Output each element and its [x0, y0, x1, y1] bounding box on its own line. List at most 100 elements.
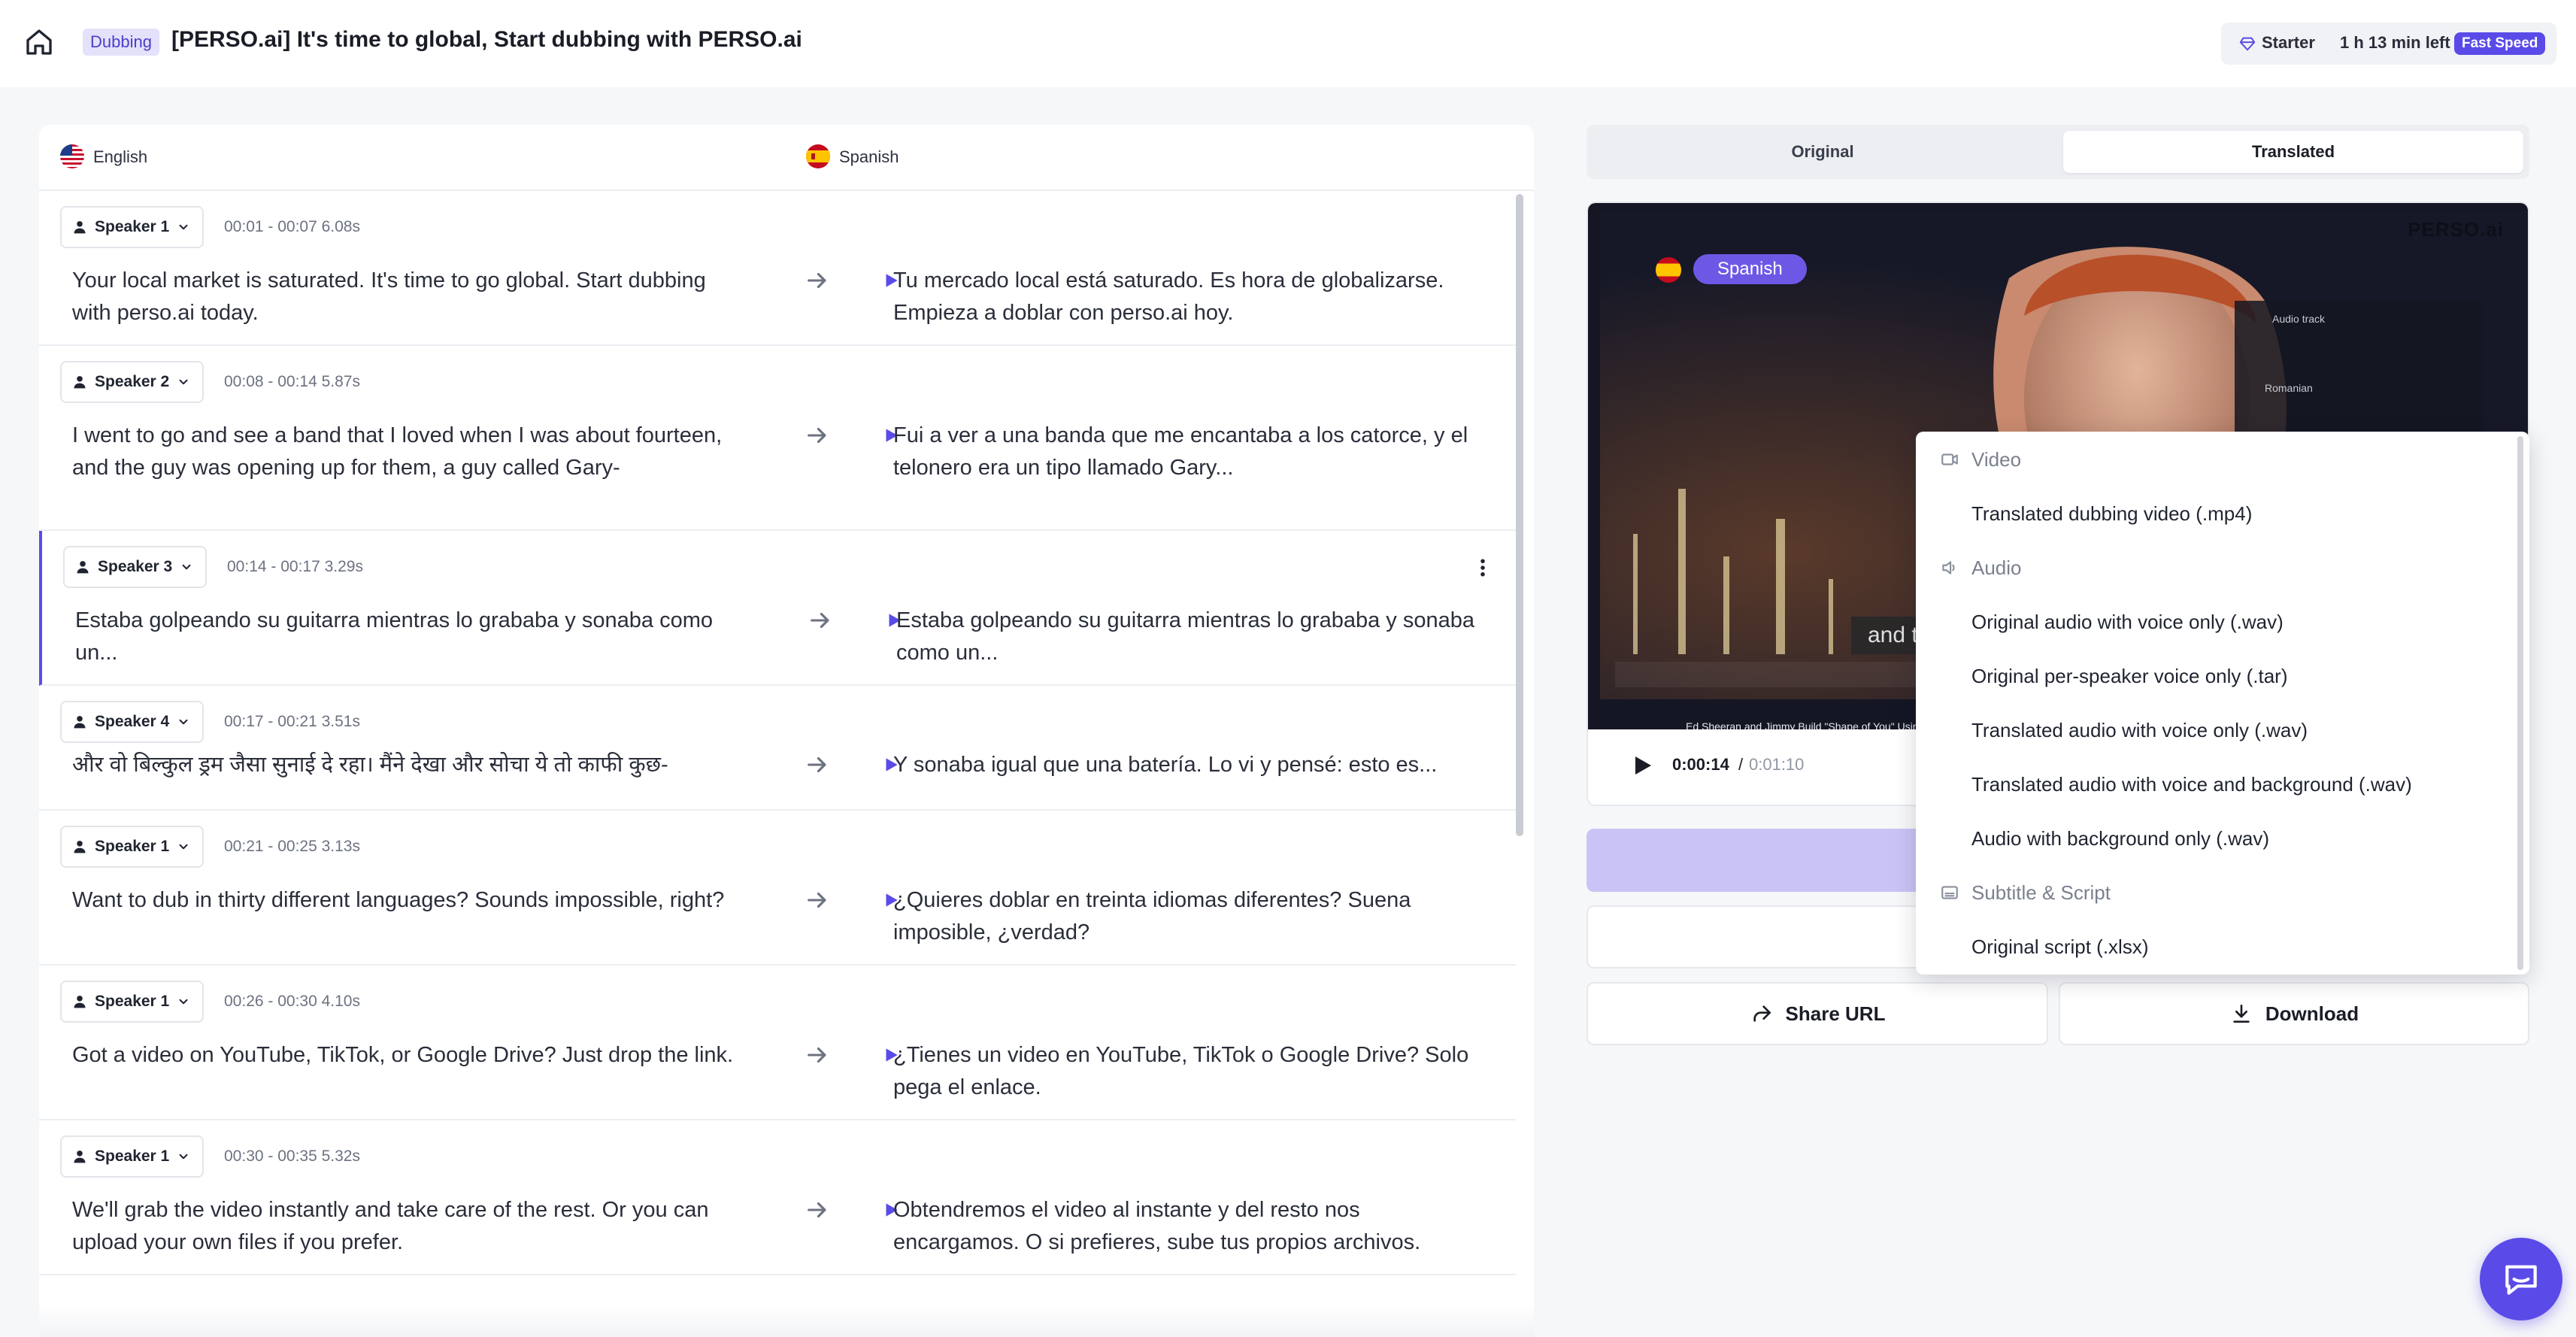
person-icon: [77, 561, 89, 574]
download-icon: [2233, 1005, 2250, 1023]
speaker-name: Speaker 1: [95, 1148, 170, 1165]
source-text[interactable]: Estaba golpeando su guitarra mientras lo…: [75, 605, 752, 669]
menu-scrollbar[interactable]: [2517, 436, 2523, 970]
segment-row[interactable]: Speaker 1 00:01 - 00:07 6.08s Your local…: [39, 191, 1516, 346]
segment-row[interactable]: Speaker 4 00:17 - 00:21 3.51s और वो बिल्…: [39, 686, 1516, 811]
person-icon: [74, 1151, 86, 1163]
chat-button[interactable]: [2480, 1238, 2562, 1320]
menu-item-label: Translated dubbing video (.mp4): [1971, 502, 2253, 525]
speaker-selector[interactable]: Speaker 1: [60, 1135, 205, 1178]
audio-track-panel: Audio track Romanian: [2235, 301, 2483, 436]
tab-original[interactable]: Original: [1593, 131, 2053, 173]
menu-item[interactable]: Original per-speaker voice only (.tar): [1916, 648, 2517, 702]
download-menu-list: Video Translated dubbing video (.mp4) Audi…: [1916, 432, 2517, 973]
arrow-right-icon[interactable]: [805, 887, 830, 913]
chevron-down-icon: [179, 719, 188, 725]
target-text[interactable]: Obtendremos el video al instante y del r…: [893, 1194, 1480, 1259]
spain-flag-icon: [806, 144, 830, 168]
source-text[interactable]: I went to go and see a band that I loved…: [72, 420, 749, 484]
target-text[interactable]: ¿Tienes un video en YouTube, TikTok o Go…: [893, 1039, 1480, 1104]
language-header: English Spanish: [39, 125, 1534, 191]
segment-row[interactable]: Speaker 1 00:30 - 00:35 5.32s We'll grab…: [39, 1120, 1516, 1275]
chevron-down-icon: [179, 1154, 188, 1160]
segment-timecode: 00:26 - 00:30 4.10s: [224, 993, 360, 1010]
home-icon[interactable]: [24, 27, 54, 57]
menu-group-label: Subtitle & Script: [1971, 881, 2111, 904]
person-icon: [74, 716, 86, 729]
play-icon[interactable]: [1629, 752, 1656, 779]
speaker-selector[interactable]: Speaker 4: [60, 701, 205, 743]
source-text[interactable]: We'll grab the video instantly and take …: [72, 1194, 749, 1259]
menu-item[interactable]: Original script (.xlsx): [1916, 919, 2517, 973]
diamond-icon: [2239, 37, 2256, 51]
target-language[interactable]: Spanish: [839, 147, 899, 167]
segment-timecode: 00:17 - 00:21 3.51s: [224, 713, 360, 730]
speaker-name: Speaker 1: [95, 218, 170, 235]
speaker-icon: [1942, 561, 1955, 575]
menu-item-label: Translated audio with voice and backgrou…: [1971, 773, 2412, 796]
us-flag-icon: [60, 144, 84, 168]
segment-list: Speaker 1 00:01 - 00:07 6.08s Your local…: [39, 191, 1516, 1275]
segment-timecode: 00:01 - 00:07 6.08s: [224, 218, 360, 235]
segment-row[interactable]: Speaker 1 00:26 - 00:30 4.10s Got a vide…: [39, 966, 1516, 1120]
project-title: [PERSO.ai] It's time to global, Start du…: [171, 27, 802, 52]
person-icon: [74, 841, 86, 853]
current-time: 0:00:14: [1672, 755, 1729, 774]
arrow-right-icon[interactable]: [805, 268, 830, 293]
speaker-selector[interactable]: Speaker 2: [60, 361, 205, 403]
arrow-right-icon[interactable]: [808, 608, 833, 633]
video-watermark: PERSO.ai: [2408, 218, 2504, 241]
segment-row[interactable]: Speaker 3 00:14 - 00:17 3.29s Estaba gol…: [39, 531, 1516, 686]
segment-row[interactable]: Speaker 1 00:21 - 00:25 3.13s Want to du…: [39, 811, 1516, 966]
source-text[interactable]: Your local market is saturated. It's tim…: [72, 265, 749, 329]
more-options-icon[interactable]: [1475, 556, 1490, 579]
arrow-right-icon[interactable]: [805, 1197, 830, 1223]
arrow-right-icon[interactable]: [805, 1042, 830, 1068]
source-text[interactable]: Want to dub in thirty different language…: [72, 884, 749, 917]
menu-item[interactable]: Translated dubbing video (.mp4): [1916, 486, 2517, 540]
segment-timecode: 00:30 - 00:35 5.32s: [224, 1148, 360, 1165]
speaker-selector[interactable]: Speaker 3: [63, 546, 208, 588]
top-bar: Dubbing [PERSO.ai] It's time to global, …: [0, 0, 2576, 87]
speaker-selector[interactable]: Speaker 1: [60, 826, 205, 868]
script-scrollbar[interactable]: [1516, 194, 1523, 836]
project-type-badge: Dubbing: [83, 29, 159, 56]
target-text[interactable]: Y sonaba igual que una batería. Lo vi y …: [893, 749, 1480, 781]
menu-item[interactable]: Original audio with voice only (.wav): [1916, 594, 2517, 648]
segment-timecode: 00:21 - 00:25 3.13s: [224, 838, 360, 855]
chat-icon: [2505, 1265, 2537, 1295]
arrow-right-icon[interactable]: [805, 423, 830, 448]
plan-name: Starter: [2262, 33, 2315, 52]
chevron-down-icon: [182, 564, 191, 570]
view-toggle: Original Translated: [1587, 125, 2529, 179]
share-url-label: Share URL: [1785, 1002, 1886, 1025]
menu-item[interactable]: Translated audio with voice only (.wav): [1916, 702, 2517, 756]
speaker-selector[interactable]: Speaker 1: [60, 981, 205, 1023]
target-text[interactable]: Estaba golpeando su guitarra mientras lo…: [896, 605, 1483, 669]
share-url-button[interactable]: Share URL: [1587, 982, 2048, 1045]
total-time: 0:01:10: [1749, 755, 1805, 774]
source-text[interactable]: Got a video on YouTube, TikTok, or Googl…: [72, 1039, 749, 1072]
person-icon: [74, 996, 86, 1008]
plan-status[interactable]: Starter 1 h 13 min left Fast Speed: [2221, 23, 2556, 65]
segment-timecode: 00:08 - 00:14 5.87s: [224, 373, 360, 390]
target-text[interactable]: ¿Quieres doblar en treinta idiomas difer…: [893, 884, 1480, 949]
menu-group-header: Video: [1916, 432, 2517, 486]
target-text[interactable]: Fui a ver a una banda que me encantaba a…: [893, 420, 1480, 484]
chevron-down-icon: [179, 844, 188, 850]
menu-item[interactable]: Audio with background only (.wav): [1916, 811, 2517, 865]
download-button[interactable]: Download: [2059, 982, 2529, 1045]
arrow-right-icon[interactable]: [805, 752, 830, 778]
menu-item[interactable]: Translated audio with voice and backgrou…: [1916, 756, 2517, 811]
speaker-name: Speaker 2: [95, 373, 170, 390]
source-text[interactable]: और वो बिल्कुल ड्रम जैसा सुनाई दे रहा। मै…: [72, 749, 749, 781]
tab-translated[interactable]: Translated: [2063, 131, 2523, 173]
speaker-name: Speaker 4: [95, 713, 170, 730]
chevron-down-icon: [179, 999, 188, 1005]
person-icon: [74, 221, 86, 234]
speaker-selector[interactable]: Speaker 1: [60, 206, 205, 248]
segment-row[interactable]: Speaker 2 00:08 - 00:14 5.87s I went to …: [39, 346, 1516, 531]
time-separator: /: [1738, 755, 1744, 774]
target-text[interactable]: Tu mercado local está saturado. Es hora …: [893, 265, 1480, 329]
script-panel: English Spanish Speaker 1 00:01 - 00:07 …: [39, 125, 1534, 1337]
